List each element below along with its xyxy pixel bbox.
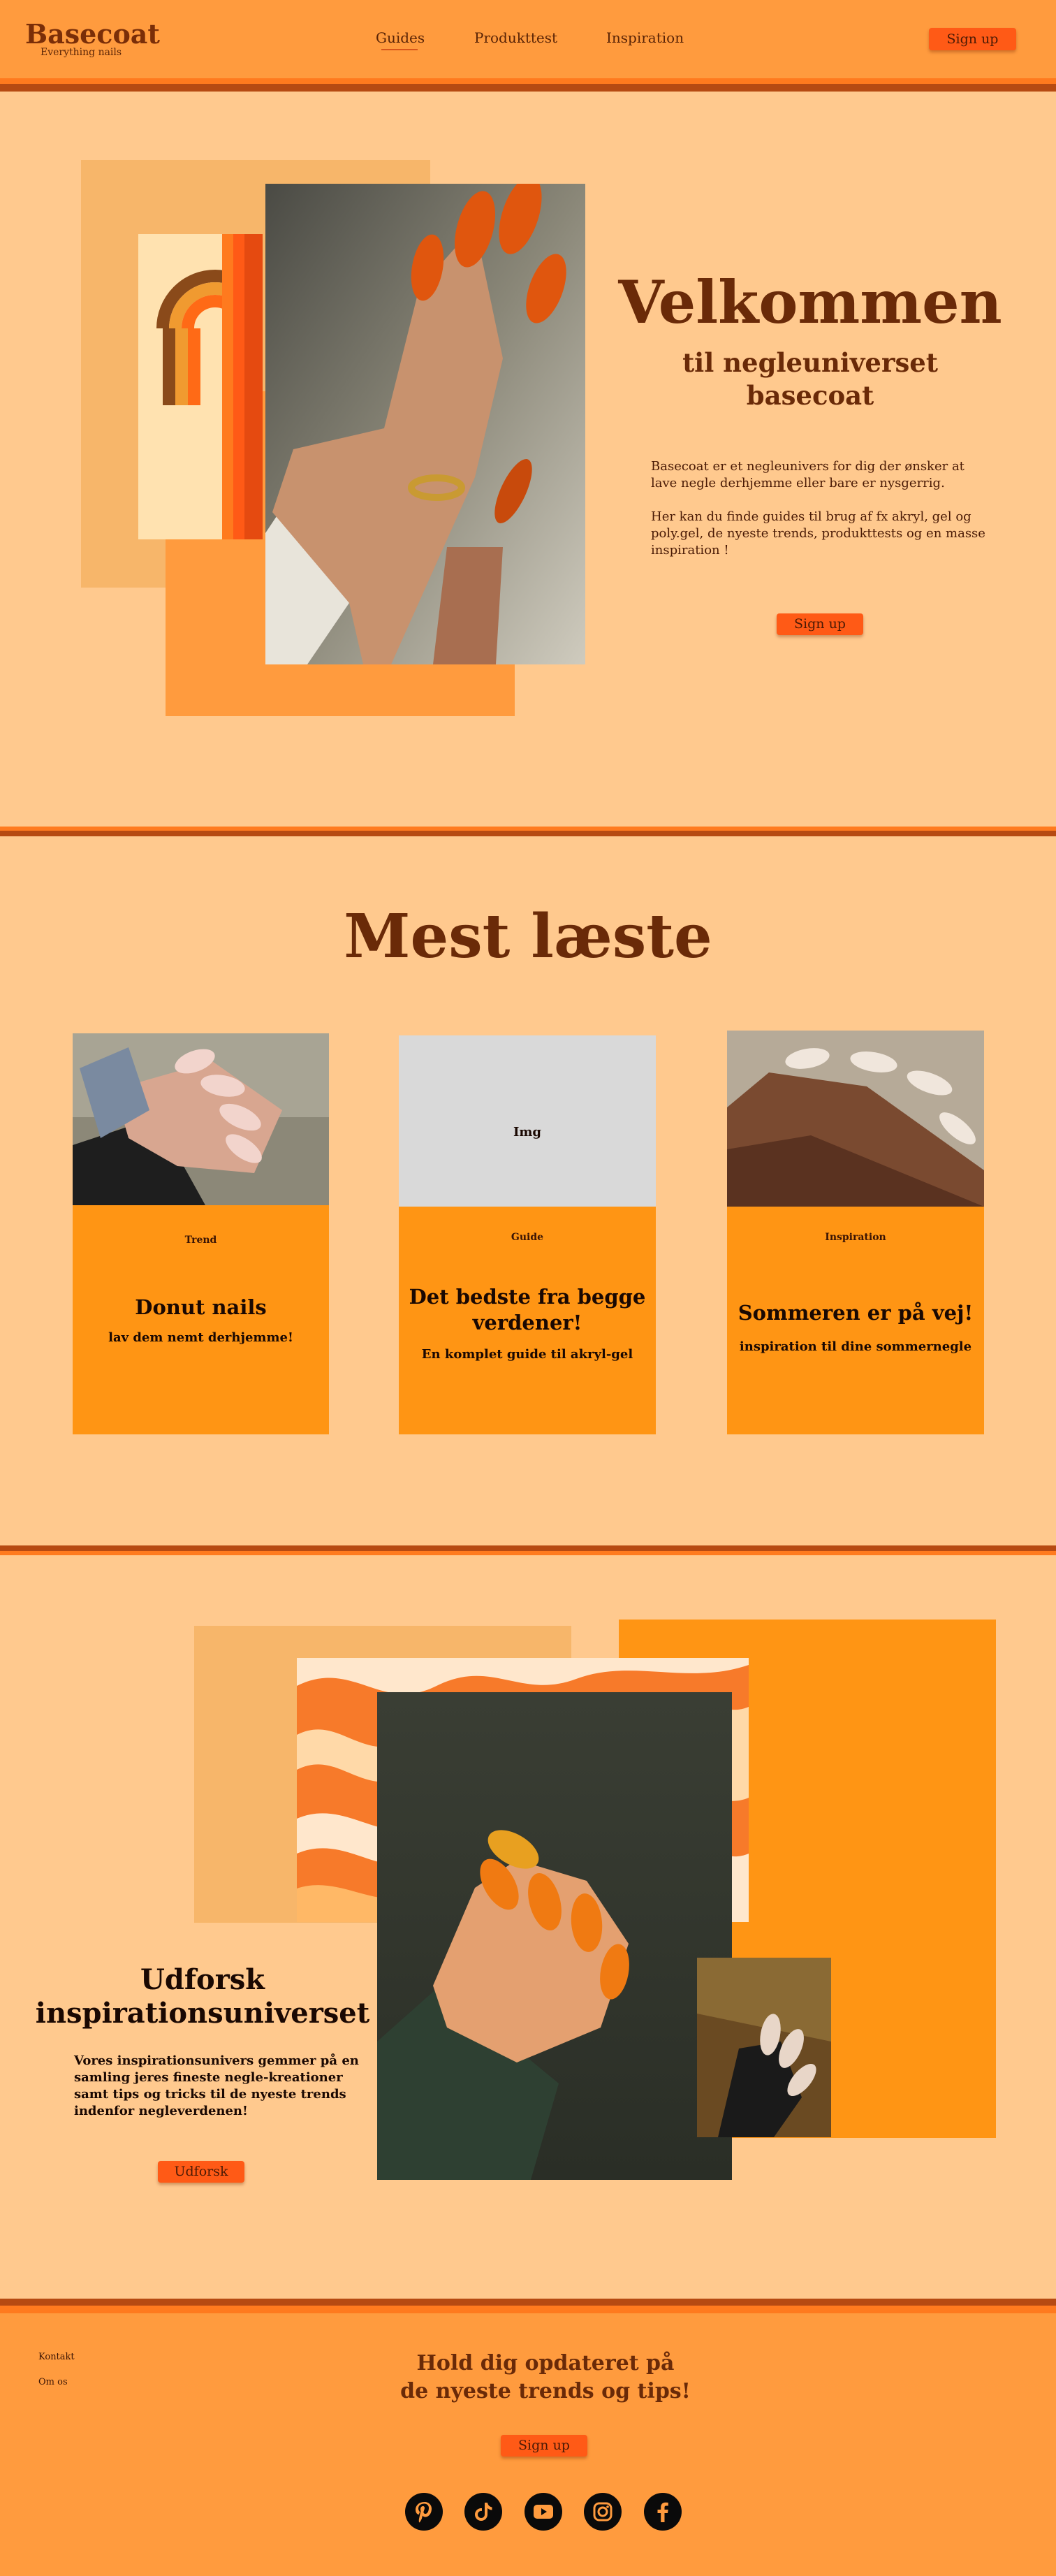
card-title-line2: verdener! xyxy=(472,1311,582,1334)
logo-subtitle: Everything nails xyxy=(41,47,122,58)
header-signup-button[interactable]: Sign up xyxy=(929,28,1016,50)
facebook-icon[interactable] xyxy=(644,2493,682,2531)
card-desc-donut-nails: lav dem nemt derhjemme! xyxy=(108,1330,293,1345)
section-divider-dark xyxy=(0,1545,1056,1551)
card-desc-acrylic-gel: En komplet guide til akryl-gel xyxy=(421,1347,633,1362)
hero-subtitle: til negleuniverset basecoat xyxy=(601,347,1020,412)
explore-small-photo xyxy=(697,1958,831,2137)
hero-paragraph-2: Her kan du finde guides til brug af fx a… xyxy=(651,509,985,558)
header-divider-dark xyxy=(0,84,1056,92)
explore-paragraph: Vores inspirationsunivers gemmer på en s… xyxy=(74,2053,359,2118)
footer-signup-button[interactable]: Sign up xyxy=(501,2435,587,2457)
logo-title[interactable]: Basecoat xyxy=(25,18,160,50)
explore-title: Udforsk inspirationsuniverset xyxy=(28,1963,377,2030)
card-title-best-of-both[interactable]: Det bedste fra begge verdener! xyxy=(399,1284,656,1336)
nav-produkttest[interactable]: Produkttest xyxy=(474,29,557,46)
card-image-summer-nails[interactable] xyxy=(727,1031,984,1207)
footer-divider xyxy=(0,2306,1056,2313)
card-image-donut-nails[interactable] xyxy=(73,1033,329,1205)
footer-divider-dark xyxy=(0,2299,1056,2306)
hero-subtitle-line2: basecoat xyxy=(746,380,874,411)
hero-paragraph-1: Basecoat er et negleunivers for dig der … xyxy=(651,459,965,490)
footer-title-line2: de nyeste trends og tips! xyxy=(400,2379,691,2403)
hero-hand-photo xyxy=(265,184,585,664)
section-divider-dark xyxy=(0,831,1056,836)
most-read-title: Mest læste xyxy=(344,901,712,972)
explore-title-line1: Udforsk xyxy=(140,1963,265,1996)
header-divider xyxy=(0,78,1056,84)
explore-button[interactable]: Udforsk xyxy=(158,2161,244,2183)
nav-active-underline xyxy=(381,49,418,50)
nav-guides[interactable]: Guides xyxy=(376,29,425,46)
explore-title-line2: inspirationsuniverset xyxy=(35,1997,370,2030)
card-title-line1: Det bedste fra begge xyxy=(409,1285,646,1309)
footer-link-om-os[interactable]: Om os xyxy=(38,2377,68,2387)
card-label-trend: Trend xyxy=(184,1235,217,1246)
tiktok-icon[interactable] xyxy=(464,2493,502,2531)
card-title-summer[interactable]: Sommeren er på vej! xyxy=(727,1300,984,1326)
retro-stripes-image xyxy=(138,234,263,539)
footer-title-line1: Hold dig opdateret på xyxy=(416,2351,675,2375)
card-label-guide: Guide xyxy=(511,1232,544,1243)
hero-signup-button[interactable]: Sign up xyxy=(777,613,863,635)
nav-inspiration[interactable]: Inspiration xyxy=(606,29,684,46)
footer-link-kontakt[interactable]: Kontakt xyxy=(38,2352,75,2362)
youtube-icon[interactable] xyxy=(525,2493,562,2531)
explore-hand-photo xyxy=(377,1692,732,2180)
card-desc-summer: inspiration til dine sommernegle xyxy=(739,1339,972,1354)
image-placeholder-text: Img xyxy=(513,1125,542,1140)
instagram-icon[interactable] xyxy=(584,2493,622,2531)
hero-title: Velkommen xyxy=(618,268,1002,337)
card-image-placeholder[interactable] xyxy=(399,1035,656,1207)
card-title-donut-nails[interactable]: Donut nails xyxy=(73,1295,329,1320)
footer-title: Hold dig opdateret på de nyeste trends o… xyxy=(388,2350,703,2406)
section-divider xyxy=(0,1551,1056,1555)
card-label-inspiration: Inspiration xyxy=(825,1232,886,1243)
hero-subtitle-line1: til negleuniverset xyxy=(682,347,938,378)
pinterest-icon[interactable] xyxy=(405,2493,443,2531)
